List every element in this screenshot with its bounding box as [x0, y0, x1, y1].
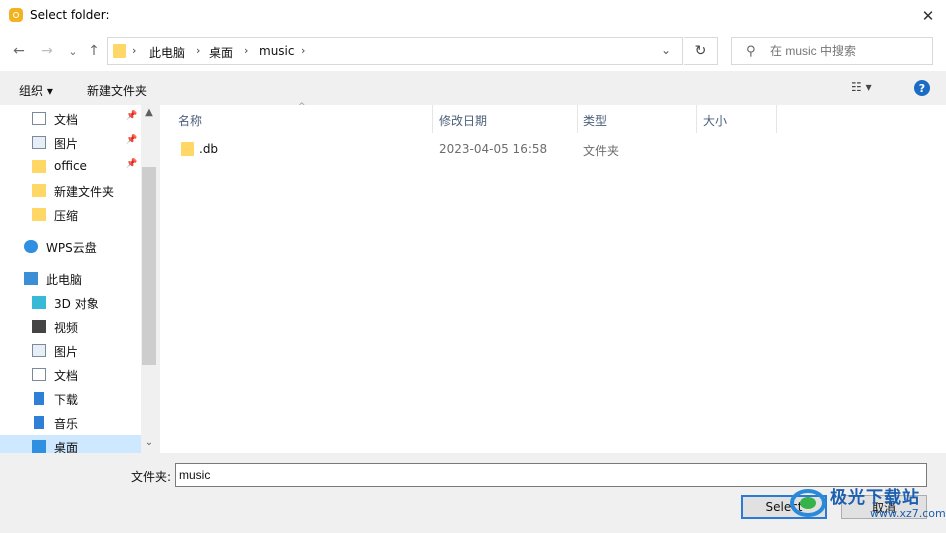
sidebar-scrollbar-thumb[interactable] — [142, 167, 156, 365]
watermark-text: 极光下载站 — [830, 488, 920, 508]
sidebar-item-label: 新建文件夹 — [54, 185, 115, 199]
file-name: .db — [199, 142, 219, 156]
app-icon — [9, 8, 23, 22]
column-date-label: 修改日期 — [439, 114, 488, 128]
sidebar-item[interactable]: 图片 📌 — [0, 131, 141, 153]
breadcrumb-desktop[interactable]: 桌面 — [209, 44, 233, 61]
sidebar-item-label: 下载 — [54, 393, 79, 407]
back-arrow-icon[interactable]: ← — [10, 42, 28, 60]
file-list: 名称 ^ 修改日期 类型 大小 .db 2023-04-05 16:58 文件夹 — [160, 102, 946, 453]
search-box[interactable]: ⚲ — [731, 37, 933, 65]
column-divider[interactable] — [776, 105, 777, 133]
document-icon — [32, 112, 46, 125]
column-header-date[interactable]: 修改日期 — [433, 105, 577, 133]
sidebar-item[interactable]: 下载 — [0, 387, 141, 409]
window-title: Select folder: — [30, 8, 110, 22]
folder-icon — [181, 142, 194, 156]
sidebar-item[interactable]: 视频 — [0, 315, 141, 337]
toolbar: 组织 ▾ 新建文件夹 ☷ ▾ ? — [0, 71, 946, 105]
address-bar[interactable]: › 此电脑 › 桌面 › music › ⌄ — [107, 37, 683, 65]
table-row[interactable]: .db 2023-04-05 16:58 文件夹 — [170, 138, 770, 160]
desktop-icon — [32, 440, 46, 453]
breadcrumb-separator[interactable]: › — [301, 44, 305, 57]
sidebar-item[interactable]: 文档 — [0, 363, 141, 385]
search-input[interactable] — [770, 43, 928, 59]
folder-icon — [32, 208, 46, 221]
sidebar-item-label: 音乐 — [54, 417, 79, 431]
sidebar-item[interactable]: 3D 对象 — [0, 291, 141, 313]
sidebar-item[interactable]: 音乐 — [0, 411, 141, 433]
column-type-label: 类型 — [583, 114, 608, 128]
pin-icon[interactable]: 📌 — [126, 159, 137, 169]
sidebar-item-label: WPS云盘 — [46, 241, 97, 255]
pin-icon[interactable]: 📌 — [126, 135, 137, 145]
breadcrumb-separator[interactable]: › — [196, 44, 200, 57]
close-button[interactable]: ✕ — [910, 0, 946, 31]
view-options-icon[interactable]: ☷ ▾ — [851, 80, 872, 94]
file-date: 2023-04-05 16:58 — [439, 142, 548, 156]
pin-icon[interactable]: 📌 — [126, 111, 137, 121]
sidebar-item-label: 文档 — [54, 113, 79, 127]
column-size-label: 大小 — [703, 114, 728, 128]
folder-icon — [32, 160, 46, 173]
sidebar-item-label: 压缩 — [54, 209, 79, 223]
sidebar-item[interactable]: office 📌 — [0, 155, 141, 177]
sort-ascending-icon: ^ — [298, 102, 306, 112]
refresh-icon[interactable]: ↻ — [684, 37, 718, 65]
breadcrumb-separator: › — [132, 44, 137, 57]
3d-objects-icon — [32, 296, 46, 309]
sidebar-item-label: office — [54, 159, 87, 173]
scroll-down-icon[interactable]: ⌄ — [141, 437, 157, 448]
breadcrumb-this-pc[interactable]: 此电脑 — [149, 44, 185, 61]
music-icon — [34, 416, 44, 429]
watermark-logo: 极光下载站 www.xz7.com — [784, 481, 946, 529]
new-folder-button[interactable]: 新建文件夹 — [87, 82, 147, 99]
document-icon — [32, 368, 46, 381]
scroll-up-icon[interactable]: ▲ — [141, 107, 157, 118]
column-header-type[interactable]: 类型 — [578, 105, 696, 133]
sidebar-item-label: 图片 — [54, 345, 79, 359]
title-bar: Select folder: ✕ — [0, 0, 946, 31]
column-header-size[interactable]: 大小 — [697, 105, 776, 133]
sidebar-item-label: 文档 — [54, 369, 79, 383]
sidebar-item[interactable]: 压缩 — [0, 203, 141, 225]
sidebar-item[interactable]: 此电脑 — [0, 267, 141, 289]
sidebar-item-label: 此电脑 — [46, 273, 83, 287]
file-type: 文件夹 — [583, 144, 620, 158]
sidebar-item[interactable]: 文档 📌 — [0, 107, 141, 129]
column-name-label: 名称 — [178, 114, 203, 128]
pictures-icon — [32, 344, 46, 357]
folder-icon — [32, 184, 46, 197]
folder-label: 文件夹: — [131, 470, 172, 484]
recent-locations-chevron-icon[interactable]: ⌄ — [64, 42, 82, 60]
address-row: ← → ⌄ ↑ › 此电脑 › 桌面 › music › ⌄ ↻ ⚲ — [0, 31, 946, 71]
computer-icon — [24, 272, 38, 285]
search-icon: ⚲ — [746, 44, 756, 59]
video-icon — [32, 320, 46, 333]
pictures-icon — [32, 136, 46, 149]
help-icon[interactable]: ? — [914, 80, 930, 96]
sidebar-item-label: 3D 对象 — [54, 297, 99, 311]
breadcrumb-separator[interactable]: › — [244, 44, 248, 57]
sidebar-item[interactable]: 新建文件夹 — [0, 179, 141, 201]
folder-icon — [113, 44, 126, 58]
download-icon — [34, 392, 44, 405]
watermark-url: www.xz7.com — [870, 507, 946, 520]
sidebar-item-label: 桌面 — [54, 441, 79, 453]
sidebar-item[interactable]: WPS云盘 — [0, 235, 141, 257]
sidebar-item[interactable]: 桌面 — [0, 435, 141, 453]
organize-menu[interactable]: 组织 ▾ — [19, 82, 53, 99]
cloud-icon — [24, 240, 38, 253]
up-arrow-icon[interactable]: ↑ — [85, 42, 103, 60]
navigation-pane: 文档 📌 图片 📌 office 📌 新建文件夹 压缩 WPS云盘 此电脑 3D 对象 视频 图片 文档下… — [0, 105, 157, 453]
sidebar-item-label: 图片 — [54, 137, 79, 151]
column-header-name[interactable]: 名称 ^ — [160, 102, 432, 133]
sidebar-item-label: 视频 — [54, 321, 79, 335]
address-dropdown-icon[interactable]: ⌄ — [661, 43, 671, 57]
sidebar-item[interactable]: 图片 — [0, 339, 141, 361]
breadcrumb-music[interactable]: music — [259, 44, 294, 58]
forward-arrow-icon[interactable]: → — [38, 42, 56, 60]
